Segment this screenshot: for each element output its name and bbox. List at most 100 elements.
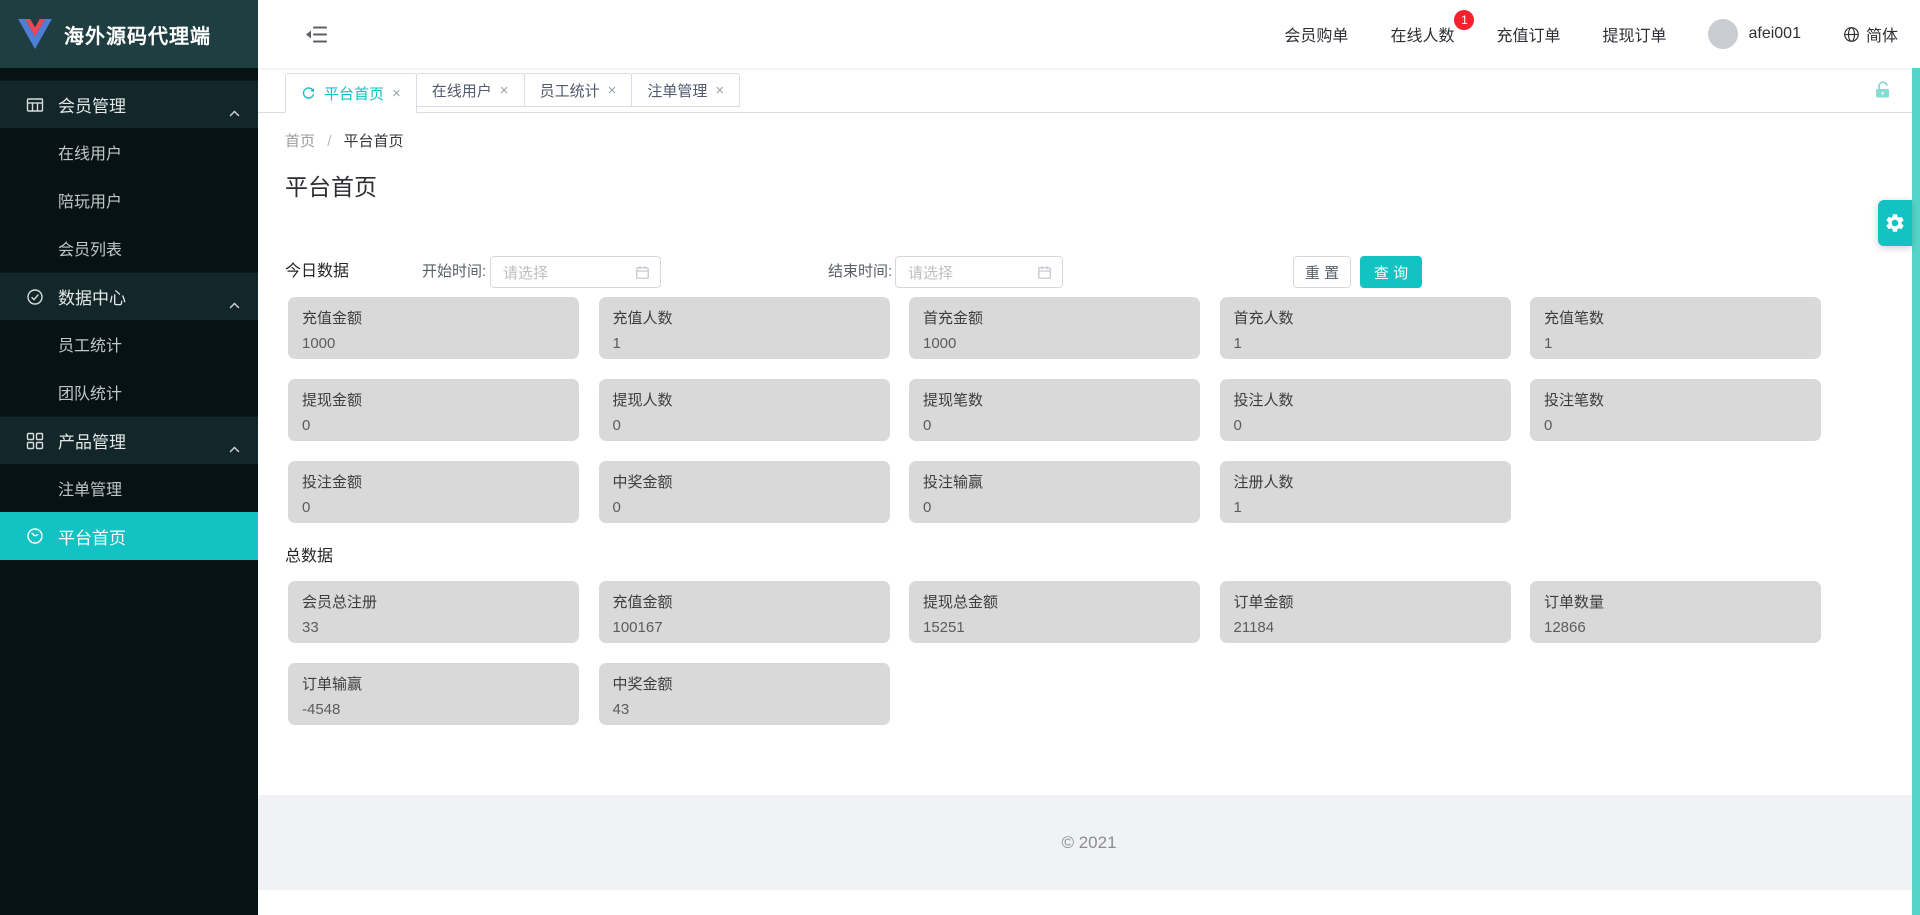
stat-value: 100167 <box>613 619 876 636</box>
sidebar-menu: 会员管理 在线用户 陪玩用户 会员列表 数据中心 <box>0 68 258 560</box>
nav-recharge-orders[interactable]: 充值订单 <box>1496 22 1560 46</box>
breadcrumb-home[interactable]: 首页 <box>285 133 315 150</box>
app: 海外源码代理端 会员管理 在线用户 陪玩用户 会员 <box>0 0 1920 915</box>
stat-label: 投注笔数 <box>1544 389 1807 410</box>
end-date-placeholder: 请选择 <box>908 262 1037 283</box>
query-button[interactable]: 查 询 <box>1360 256 1422 288</box>
stat-label: 充值金额 <box>302 307 565 328</box>
sidebar-item-label: 陪玩用户 <box>58 188 122 212</box>
sidebar-item-member-list[interactable]: 会员列表 <box>0 224 258 272</box>
tab-label: 平台首页 <box>324 83 384 104</box>
breadcrumb-current: 平台首页 <box>344 133 404 150</box>
breadcrumb: 首页 / 平台首页 <box>285 130 404 151</box>
sidebar-item-online-users[interactable]: 在线用户 <box>0 128 258 176</box>
sidebar-item-team-stats[interactable]: 团队统计 <box>0 368 258 416</box>
tab-staff-stats[interactable]: 员工统计 × <box>524 73 633 107</box>
sidebar-item-member-management[interactable]: 会员管理 <box>0 80 258 128</box>
apps-icon <box>26 432 44 450</box>
sidebar-item-companion-users[interactable]: 陪玩用户 <box>0 176 258 224</box>
sidebar-item-product-management[interactable]: 产品管理 <box>0 416 258 464</box>
topbar: 会员购单 在线人数 1 充值订单 提现订单 afei001 简体 <box>258 0 1920 68</box>
sidebar-item-label: 注单管理 <box>58 476 122 500</box>
sidebar-item-label: 产品管理 <box>58 428 126 453</box>
close-icon[interactable]: × <box>500 82 509 99</box>
tab-online-users[interactable]: 在线用户 × <box>416 73 525 107</box>
sidebar-item-data-center[interactable]: 数据中心 <box>0 272 258 320</box>
stat-card: 充值笔数1 <box>1530 297 1821 359</box>
stat-card: 首充人数1 <box>1220 297 1511 359</box>
stat-value: 1000 <box>923 335 1186 352</box>
stat-label: 提现笔数 <box>923 389 1186 410</box>
settings-gear-button[interactable] <box>1878 200 1912 246</box>
stat-value: 0 <box>1234 417 1497 434</box>
chevron-up-icon <box>229 294 240 314</box>
stat-label: 首充金额 <box>923 307 1186 328</box>
sidebar-item-staff-stats[interactable]: 员工统计 <box>0 320 258 368</box>
tab-label: 员工统计 <box>540 80 600 101</box>
tab-bet-order-management[interactable]: 注单管理 × <box>631 73 740 107</box>
stat-value: 21184 <box>1234 619 1497 636</box>
stat-value: 43 <box>613 701 876 718</box>
sidebar-item-label: 团队统计 <box>58 380 122 404</box>
stat-label: 首充人数 <box>1234 307 1497 328</box>
stat-label: 投注金额 <box>302 471 565 492</box>
fold-menu-icon[interactable] <box>305 25 327 44</box>
sidebar-item-label: 会员管理 <box>58 92 126 117</box>
stat-label: 充值金额 <box>613 591 876 612</box>
stat-value: 0 <box>613 499 876 516</box>
stat-value: 33 <box>302 619 565 636</box>
reset-button[interactable]: 重 置 <box>1293 256 1351 288</box>
language-switcher[interactable]: 简体 <box>1843 22 1898 46</box>
stat-card: 投注人数0 <box>1220 379 1511 441</box>
stat-label: 会员总注册 <box>302 591 565 612</box>
close-icon[interactable]: × <box>608 82 617 99</box>
calendar-icon <box>1037 265 1052 280</box>
nav-online-users-label: 在线人数 <box>1390 28 1454 45</box>
table-icon <box>26 96 44 114</box>
sidebar-item-label: 平台首页 <box>58 524 126 549</box>
unlock-icon[interactable] <box>1872 79 1894 106</box>
calendar-icon <box>635 265 650 280</box>
nav-withdraw-orders[interactable]: 提现订单 <box>1602 22 1666 46</box>
stat-card: 订单输赢-4548 <box>288 663 579 725</box>
stat-label: 注册人数 <box>1234 471 1497 492</box>
gear-icon <box>1884 212 1906 234</box>
check-circle-icon <box>26 288 44 306</box>
total-stats-grid: 会员总注册33 充值金额100167 提现总金额15251 订单金额21184 … <box>288 581 1821 725</box>
sidebar: 海外源码代理端 会员管理 在线用户 陪玩用户 会员 <box>0 0 258 915</box>
close-icon[interactable]: × <box>392 85 401 102</box>
nav-online-users[interactable]: 在线人数 1 <box>1390 22 1454 46</box>
total-section-label: 总数据 <box>285 542 333 566</box>
stat-value: 12866 <box>1544 619 1807 636</box>
stat-card: 充值人数1 <box>599 297 890 359</box>
stat-label: 订单输赢 <box>302 673 565 694</box>
topbar-right: 会员购单 在线人数 1 充值订单 提现订单 afei001 简体 <box>1284 19 1920 49</box>
dashboard-icon <box>26 527 44 545</box>
start-date-input[interactable]: 请选择 <box>490 256 661 288</box>
stat-value: 0 <box>923 417 1186 434</box>
nav-member-orders[interactable]: 会员购单 <box>1284 22 1348 46</box>
stat-label: 订单数量 <box>1544 591 1807 612</box>
stat-card: 投注金额 0 <box>288 461 579 523</box>
stat-card: 投注笔数0 <box>1530 379 1821 441</box>
stat-card: 首充金额 1000 <box>909 297 1200 359</box>
close-icon[interactable]: × <box>715 82 724 99</box>
sidebar-item-bet-order-management[interactable]: 注单管理 <box>0 464 258 512</box>
sidebar-item-label: 数据中心 <box>58 284 126 309</box>
stat-label: 充值笔数 <box>1544 307 1807 328</box>
user-menu[interactable]: afei001 <box>1708 19 1801 49</box>
tab-platform-home[interactable]: 平台首页 × <box>285 73 417 113</box>
copyright-text: © 2021 <box>1061 833 1116 853</box>
stat-label: 提现人数 <box>613 389 876 410</box>
stat-value: 1 <box>1234 499 1497 516</box>
stat-card: 投注输赢0 <box>909 461 1200 523</box>
chevron-up-icon <box>229 438 240 458</box>
end-date-input[interactable]: 请选择 <box>895 256 1063 288</box>
online-count-badge: 1 <box>1454 10 1474 30</box>
app-logo: 海外源码代理端 <box>0 0 258 68</box>
stat-label: 提现金额 <box>302 389 565 410</box>
sidebar-item-platform-home[interactable]: 平台首页 <box>0 512 258 560</box>
today-section-label: 今日数据 <box>285 256 349 288</box>
stat-value: 0 <box>302 499 565 516</box>
start-time-label: 开始时间: <box>422 256 486 288</box>
